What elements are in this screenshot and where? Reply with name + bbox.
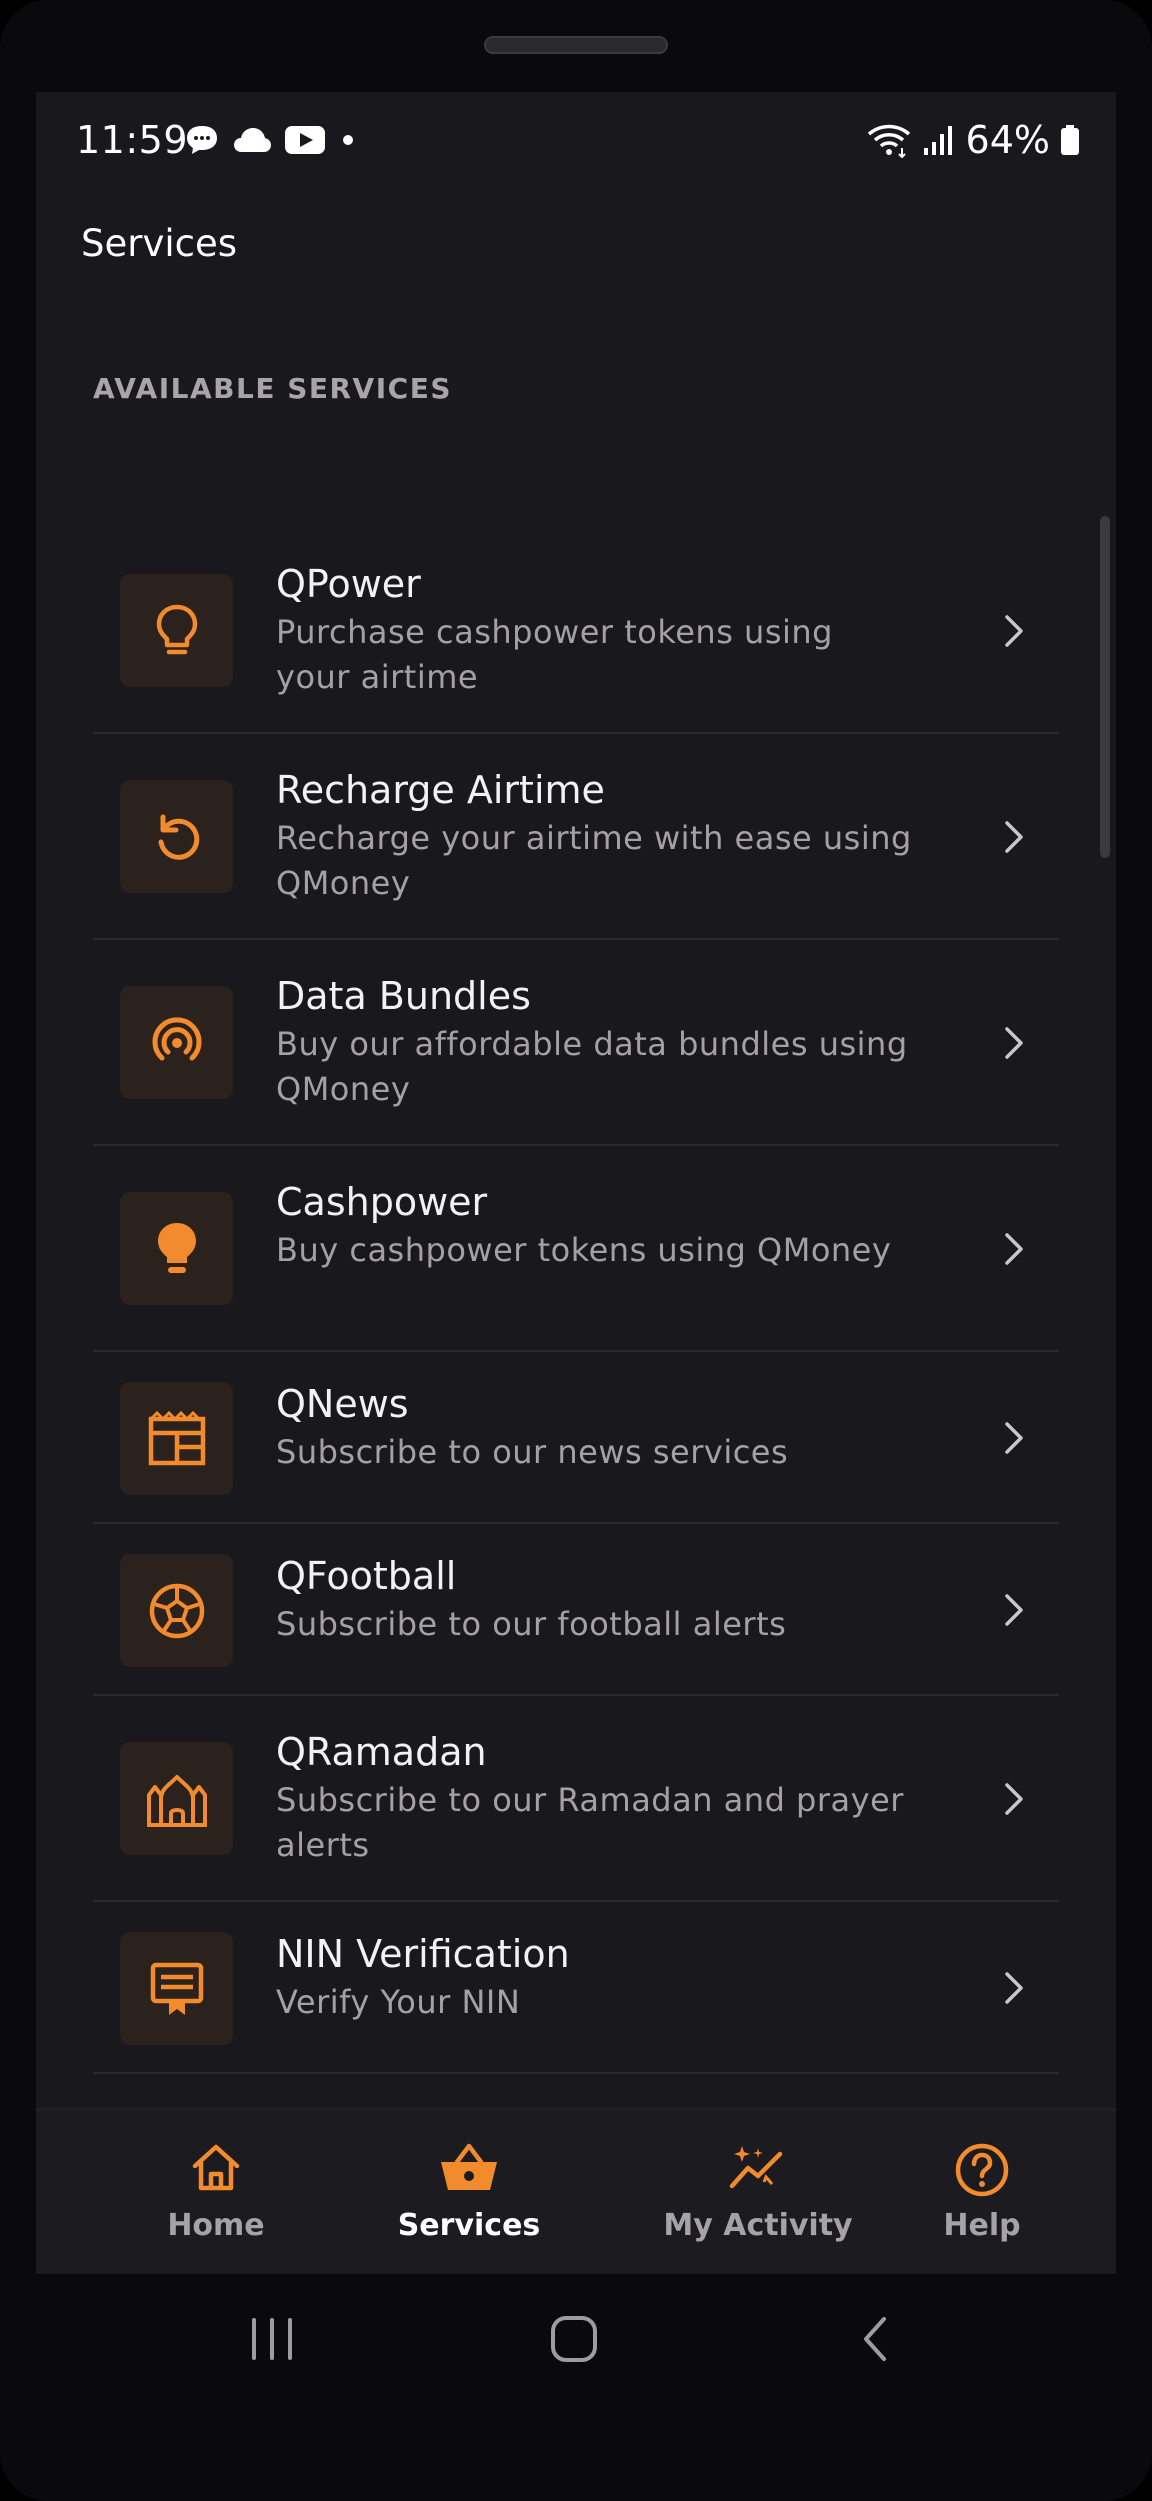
- service-title: QPower: [276, 562, 421, 606]
- earpiece-speaker: [484, 36, 668, 54]
- service-title: Cashpower: [276, 1180, 488, 1224]
- service-icon-tile: [120, 780, 233, 893]
- service-item-qramadan[interactable]: QRamadan Subscribe to our Ramadan and pr…: [93, 1696, 1059, 1902]
- lightbulb-outline-icon: [156, 604, 197, 654]
- bottom-navigation: Home Services My Activity Help: [36, 2108, 1116, 2274]
- service-subtitle: Buy cashpower tokens using QMoney: [276, 1231, 892, 1269]
- nav-home[interactable]: Home: [106, 2110, 326, 2274]
- chevron-right-icon: [1005, 1233, 1023, 1265]
- page-title: Services: [81, 222, 238, 265]
- scrollbar[interactable]: [1100, 516, 1110, 858]
- nav-label: Help: [943, 2208, 1021, 2243]
- service-title: QNews: [276, 1382, 409, 1426]
- service-icon-tile: [120, 1932, 233, 2045]
- nav-services[interactable]: Services: [359, 2110, 579, 2274]
- section-label: AVAILABLE SERVICES: [93, 372, 452, 405]
- basket-icon: [441, 2143, 497, 2190]
- broadcast-icon: [152, 1016, 201, 1060]
- wifi-icon: [867, 124, 910, 158]
- chevron-right-icon: [1005, 1422, 1023, 1454]
- recent-apps-icon[interactable]: [248, 2314, 296, 2364]
- status-right: 64%: [866, 118, 1080, 162]
- football-icon: [149, 1583, 204, 1638]
- home-icon: [192, 2144, 240, 2191]
- nav-my-activity[interactable]: My Activity: [648, 2110, 868, 2274]
- service-title: NIN Verification: [276, 1932, 570, 1976]
- service-item-cashpower[interactable]: Cashpower Buy cashpower tokens using QMo…: [93, 1146, 1059, 1352]
- system-navigation-bar: [0, 2274, 1152, 2414]
- battery-percentage: 64%: [965, 118, 1050, 162]
- service-title: QFootball: [276, 1554, 457, 1598]
- signal-icon: [923, 126, 952, 155]
- phone-frame: 11:59 64% Services AVAILABLE SERVICES QP…: [0, 0, 1152, 2501]
- chat-bubble-icon: [187, 126, 217, 154]
- service-icon-tile: [120, 574, 233, 687]
- chevron-right-icon: [1005, 615, 1023, 647]
- id-badge-icon: [150, 1962, 203, 2015]
- service-subtitle: Subscribe to our football alerts: [276, 1605, 787, 1643]
- service-item-recharge-airtime[interactable]: Recharge Airtime Recharge your airtime w…: [93, 734, 1059, 940]
- service-item-data-bundles[interactable]: Data Bundles Buy our affordable data bun…: [93, 940, 1059, 1146]
- chevron-right-icon: [1005, 1594, 1023, 1626]
- service-subtitle: Purchase cashpower tokens using your air…: [276, 613, 833, 696]
- service-subtitle: Recharge your airtime with ease using QM…: [276, 819, 912, 902]
- dot-icon: [343, 135, 353, 145]
- nav-label: Services: [397, 2208, 541, 2243]
- service-title: QRamadan: [276, 1730, 487, 1774]
- newspaper-icon: [148, 1410, 205, 1465]
- lightbulb-filled-icon: [157, 1222, 196, 1273]
- service-item-qfootball[interactable]: QFootball Subscribe to our football aler…: [93, 1524, 1059, 1696]
- chevron-right-icon: [1005, 1783, 1023, 1815]
- service-subtitle: Buy our affordable data bundles using QM…: [276, 1025, 908, 1108]
- service-subtitle: Verify Your NIN: [276, 1983, 521, 2021]
- notification-icons: [184, 120, 358, 160]
- chevron-right-icon: [1005, 821, 1023, 853]
- service-item-qpower[interactable]: QPower Purchase cashpower tokens using y…: [93, 528, 1059, 734]
- service-subtitle: Subscribe to our Ramadan and prayer aler…: [276, 1781, 904, 1864]
- refresh-icon: [158, 814, 199, 860]
- app-screen: 11:59 64% Services AVAILABLE SERVICES QP…: [36, 92, 1116, 2274]
- activity-icon: [729, 2146, 783, 2189]
- help-icon: [955, 2143, 1009, 2197]
- battery-icon: [1061, 125, 1079, 155]
- home-button-icon[interactable]: [548, 2314, 600, 2364]
- nav-label: My Activity: [663, 2208, 853, 2243]
- service-item-nin-verification[interactable]: NIN Verification Verify Your NIN: [93, 1902, 1059, 2074]
- chevron-right-icon: [1005, 1972, 1023, 2004]
- service-icon-tile: [120, 1382, 233, 1495]
- service-icon-tile: [120, 1554, 233, 1667]
- service-item-qnews[interactable]: QNews Subscribe to our news services: [93, 1352, 1059, 1524]
- service-icon-tile: [120, 1742, 233, 1855]
- back-icon[interactable]: [856, 2314, 896, 2364]
- mosque-icon: [146, 1774, 207, 1827]
- service-icon-tile: [120, 1192, 233, 1305]
- youtube-icon: [285, 126, 325, 154]
- service-title: Recharge Airtime: [276, 768, 605, 812]
- service-title: Data Bundles: [276, 974, 531, 1018]
- chevron-right-icon: [1005, 1027, 1023, 1059]
- nav-help[interactable]: Help: [872, 2110, 1092, 2274]
- status-time: 11:59: [76, 118, 189, 162]
- service-icon-tile: [120, 986, 233, 1099]
- cloud-icon: [234, 128, 271, 152]
- service-subtitle: Subscribe to our news services: [276, 1433, 789, 1471]
- status-bar: 11:59 64%: [36, 92, 1116, 188]
- nav-label: Home: [167, 2208, 265, 2243]
